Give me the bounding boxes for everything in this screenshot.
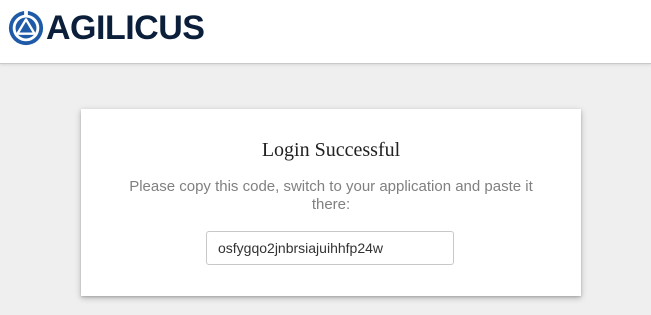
auth-code-field[interactable] — [206, 231, 454, 265]
instruction-text: Please copy this code, switch to your ap… — [129, 178, 533, 213]
top-header: AGILICUS — [0, 0, 651, 64]
login-success-card: Login Successful Please copy this code, … — [81, 109, 581, 296]
page-title: Login Successful — [261, 139, 401, 161]
brand-name: AGILICUS — [46, 9, 205, 47]
agilicus-logo-icon — [8, 10, 44, 46]
brand-logo[interactable]: AGILICUS — [7, 9, 205, 47]
